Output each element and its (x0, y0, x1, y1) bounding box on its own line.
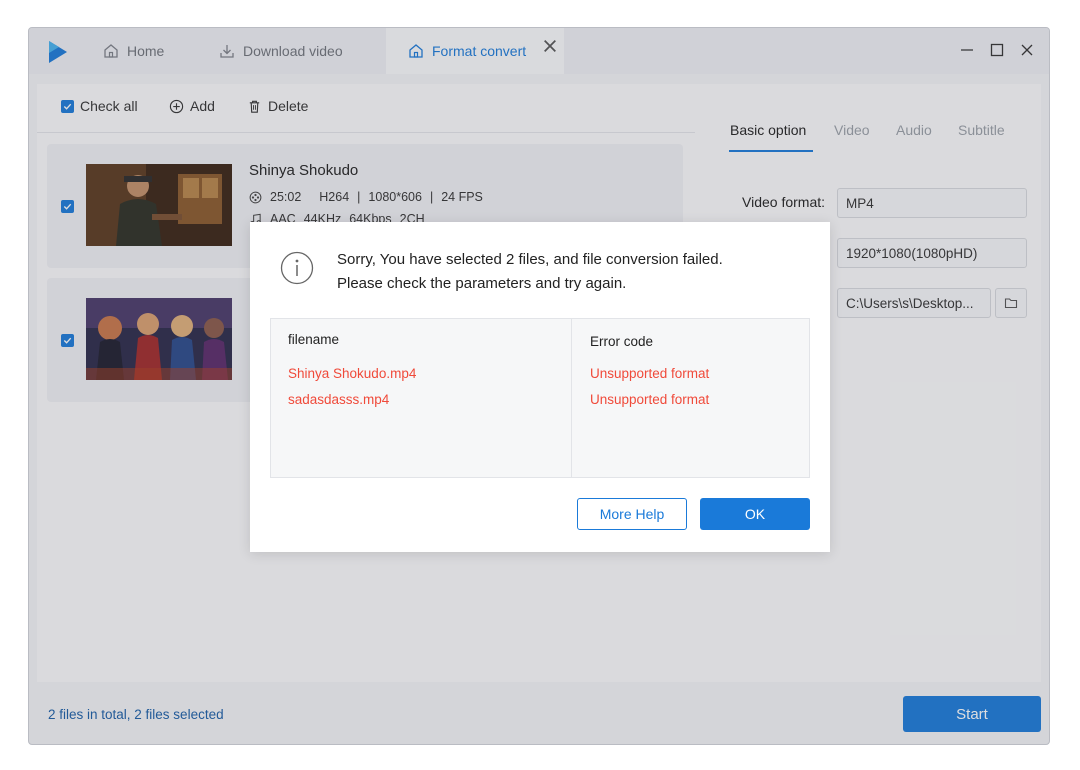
filename-column-header: filename (288, 332, 340, 347)
error-code: Unsupported format (590, 366, 710, 381)
more-help-button[interactable]: More Help (577, 498, 687, 530)
error-message-line2: Please check the parameters and try agai… (337, 275, 627, 292)
error-filename: sadasdasss.mp4 (288, 392, 390, 407)
error-code-column-header: Error code (590, 334, 654, 349)
error-table: filename Error code Shinya Shokudo.mp4 U… (270, 318, 810, 478)
error-message-line1: Sorry, You have selected 2 files, and fi… (337, 251, 723, 268)
column-divider (571, 319, 572, 477)
ok-button[interactable]: OK (700, 498, 810, 530)
error-code: Unsupported format (590, 392, 710, 407)
conversion-error-dialog: Sorry, You have selected 2 files, and fi… (250, 222, 830, 552)
error-filename: Shinya Shokudo.mp4 (288, 366, 417, 381)
info-icon (280, 251, 314, 285)
